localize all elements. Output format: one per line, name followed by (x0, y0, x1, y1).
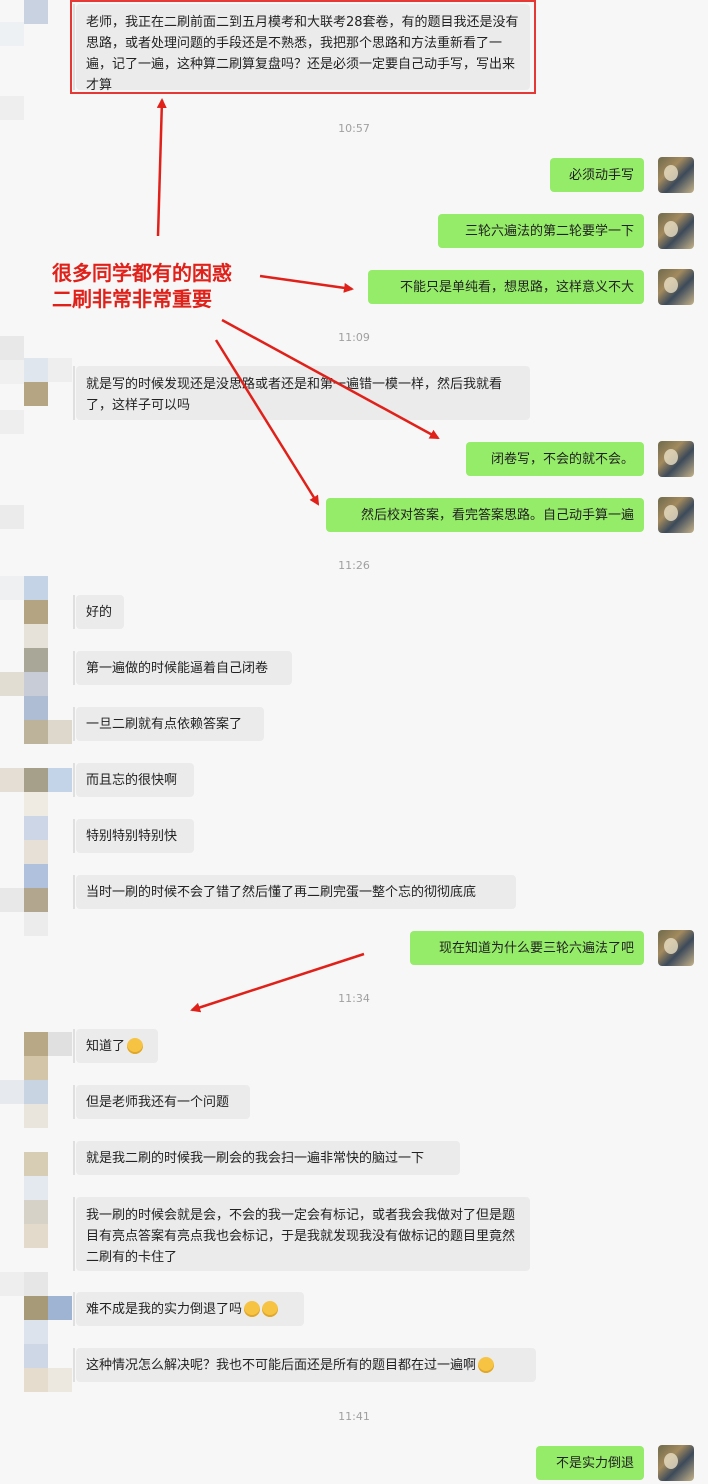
arrow-to-closed-book (221, 318, 440, 440)
annotation-arrows (156, 98, 440, 1013)
arrow-up (156, 98, 167, 237)
chat-window: 老师，我正在二刷前面二到五月模考和大联考28套卷，有的题目我还是没有思路，或者处… (0, 0, 708, 1484)
arrow-right (259, 274, 354, 293)
arrow-to-knew-it (190, 952, 365, 1013)
